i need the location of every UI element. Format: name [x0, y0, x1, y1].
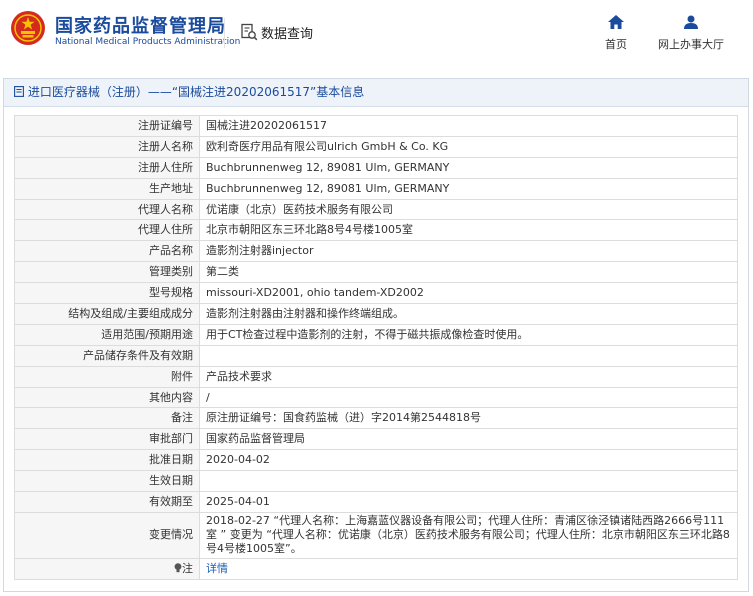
row-value: 原注册证编号：国食药监械（进）字2014第2544818号 — [199, 407, 738, 430]
nav-home[interactable]: 首页 — [596, 14, 636, 52]
detail-panel: 进口医疗器械（注册）——“国械注进20202061517”基本信息 注册证编号 … — [3, 78, 749, 592]
nav-home-label: 首页 — [605, 38, 627, 51]
row-label: 结构及组成/主要组成成分 — [14, 303, 200, 325]
row-label: 备注 — [14, 407, 200, 430]
table-row: 生效日期 — [14, 470, 738, 493]
table-row: 注册人名称 欧利奇医疗用品有限公司ulrich GmbH & Co. KG — [14, 135, 738, 158]
row-label: 产品名称 — [14, 240, 200, 263]
row-label: 注册人名称 — [14, 135, 200, 158]
info-bulb-icon — [174, 563, 182, 573]
site-header: 国家药品监督管理局 National Medical Products Admi… — [0, 0, 753, 66]
row-value: missouri-XD2001, ohio tandem-XD2002 — [199, 282, 738, 305]
row-label: 型号规格 — [14, 282, 200, 305]
row-value — [199, 470, 738, 493]
panel-title: 进口医疗器械（注册）——“国械注进20202061517”基本信息 — [27, 85, 365, 99]
row-value: 产品技术要求 — [199, 365, 738, 388]
row-value: 2018-02-27 “代理人名称：上海嘉蓝仪器设备有限公司；代理人住所：青浦区… — [199, 511, 738, 559]
row-label: 批准日期 — [14, 449, 200, 472]
row-value: 造影剂注射器injector — [199, 240, 738, 263]
table-row: 备注 原注册证编号：国食药监械（进）字2014第2544818号 — [14, 407, 738, 430]
table-row: 管理类别 第二类 — [14, 261, 738, 284]
table-row: 代理人名称 优诺康（北京）医药技术服务有限公司 — [14, 198, 738, 221]
row-value: Buchbrunnenweg 12, 89081 Ulm, GERMANY — [199, 156, 738, 179]
row-label: 其他内容 — [14, 386, 200, 409]
table-row: 批准日期 2020-04-02 — [14, 449, 738, 472]
row-label: 有效期至 — [14, 491, 200, 513]
table-row: 生产地址 Buchbrunnenweg 12, 89081 Ulm, GERMA… — [14, 177, 738, 200]
row-label: 适用范围/预期用途 — [14, 323, 200, 346]
row-value: 国家药品监督管理局 — [199, 428, 738, 451]
note-value-cell: 详情 — [199, 557, 738, 580]
row-label: 注册证编号 — [14, 115, 200, 137]
table-row: 注册人住所 Buchbrunnenweg 12, 89081 Ulm, GERM… — [14, 156, 738, 179]
table-row: 产品名称 造影剂注射器injector — [14, 240, 738, 263]
row-value: 2020-04-02 — [199, 449, 738, 472]
header-divider — [224, 18, 225, 48]
row-label: 代理人住所 — [14, 219, 200, 242]
data-query-label: 数据查询 — [261, 26, 314, 42]
row-label: 生产地址 — [14, 177, 200, 200]
table-row: 适用范围/预期用途 用于CT检查过程中造影剂的注射，不得于磁共振成像检查时使用。 — [14, 323, 738, 346]
row-value: / — [199, 386, 738, 409]
row-value: Buchbrunnenweg 12, 89081 Ulm, GERMANY — [199, 177, 738, 200]
row-value: 欧利奇医疗用品有限公司ulrich GmbH & Co. KG — [199, 135, 738, 158]
table-row: 其他内容 / — [14, 386, 738, 409]
data-query-link[interactable]: 数据查询 — [240, 22, 313, 42]
row-value: 第二类 — [199, 261, 738, 284]
national-emblem-icon — [11, 11, 45, 45]
row-label: 生效日期 — [14, 470, 200, 493]
row-label: 产品储存条件及有效期 — [14, 344, 200, 367]
table-row: 变更情况 2018-02-27 “代理人名称：上海嘉蓝仪器设备有限公司；代理人住… — [14, 511, 738, 559]
site-title: 国家药品监督管理局 — [55, 16, 226, 37]
row-label: 审批部门 — [14, 428, 200, 451]
row-value: 用于CT检查过程中造影剂的注射，不得于磁共振成像检查时使用。 — [199, 323, 738, 346]
info-table: 注册证编号 国械注进20202061517 注册人名称 欧利奇医疗用品有限公司u… — [14, 115, 738, 580]
row-label: 代理人名称 — [14, 198, 200, 221]
row-value: 北京市朝阳区东三环北路8号4号楼1005室 — [199, 219, 738, 242]
row-value: 造影剂注射器由注射器和操作终端组成。 — [199, 303, 738, 325]
row-label: 变更情况 — [14, 511, 200, 559]
details-link[interactable]: 详情 — [206, 562, 228, 575]
row-value: 优诺康（北京）医药技术服务有限公司 — [199, 198, 738, 221]
note-label-cell: 注 — [14, 557, 200, 580]
note-row: 注 详情 — [14, 557, 738, 580]
table-row: 注册证编号 国械注进20202061517 — [14, 115, 738, 137]
table-row: 代理人住所 北京市朝阳区东三环北路8号4号楼1005室 — [14, 219, 738, 242]
table-row: 结构及组成/主要组成成分 造影剂注射器由注射器和操作终端组成。 — [14, 303, 738, 325]
nav-online-hall-label: 网上办事大厅 — [658, 38, 724, 51]
document-icon — [14, 86, 24, 97]
site-subtitle: National Medical Products Administration — [55, 37, 241, 47]
nav-online-hall[interactable]: 网上办事大厅 — [650, 14, 732, 52]
table-row: 审批部门 国家药品监督管理局 — [14, 428, 738, 451]
note-label: 注 — [182, 561, 193, 575]
row-label: 注册人住所 — [14, 156, 200, 179]
row-label: 管理类别 — [14, 261, 200, 284]
search-document-icon — [241, 23, 258, 41]
table-row: 附件 产品技术要求 — [14, 365, 738, 388]
table-row: 型号规格 missouri-XD2001, ohio tandem-XD2002 — [14, 282, 738, 305]
row-value: 2025-04-01 — [199, 491, 738, 513]
table-row: 产品储存条件及有效期 — [14, 344, 738, 367]
row-value: 国械注进20202061517 — [199, 115, 738, 137]
row-value — [199, 344, 738, 367]
table-row: 有效期至 2025-04-01 — [14, 491, 738, 513]
home-icon — [608, 15, 624, 29]
user-icon — [684, 15, 698, 29]
panel-header: 进口医疗器械（注册）——“国械注进20202061517”基本信息 — [4, 79, 748, 107]
row-label: 附件 — [14, 365, 200, 388]
